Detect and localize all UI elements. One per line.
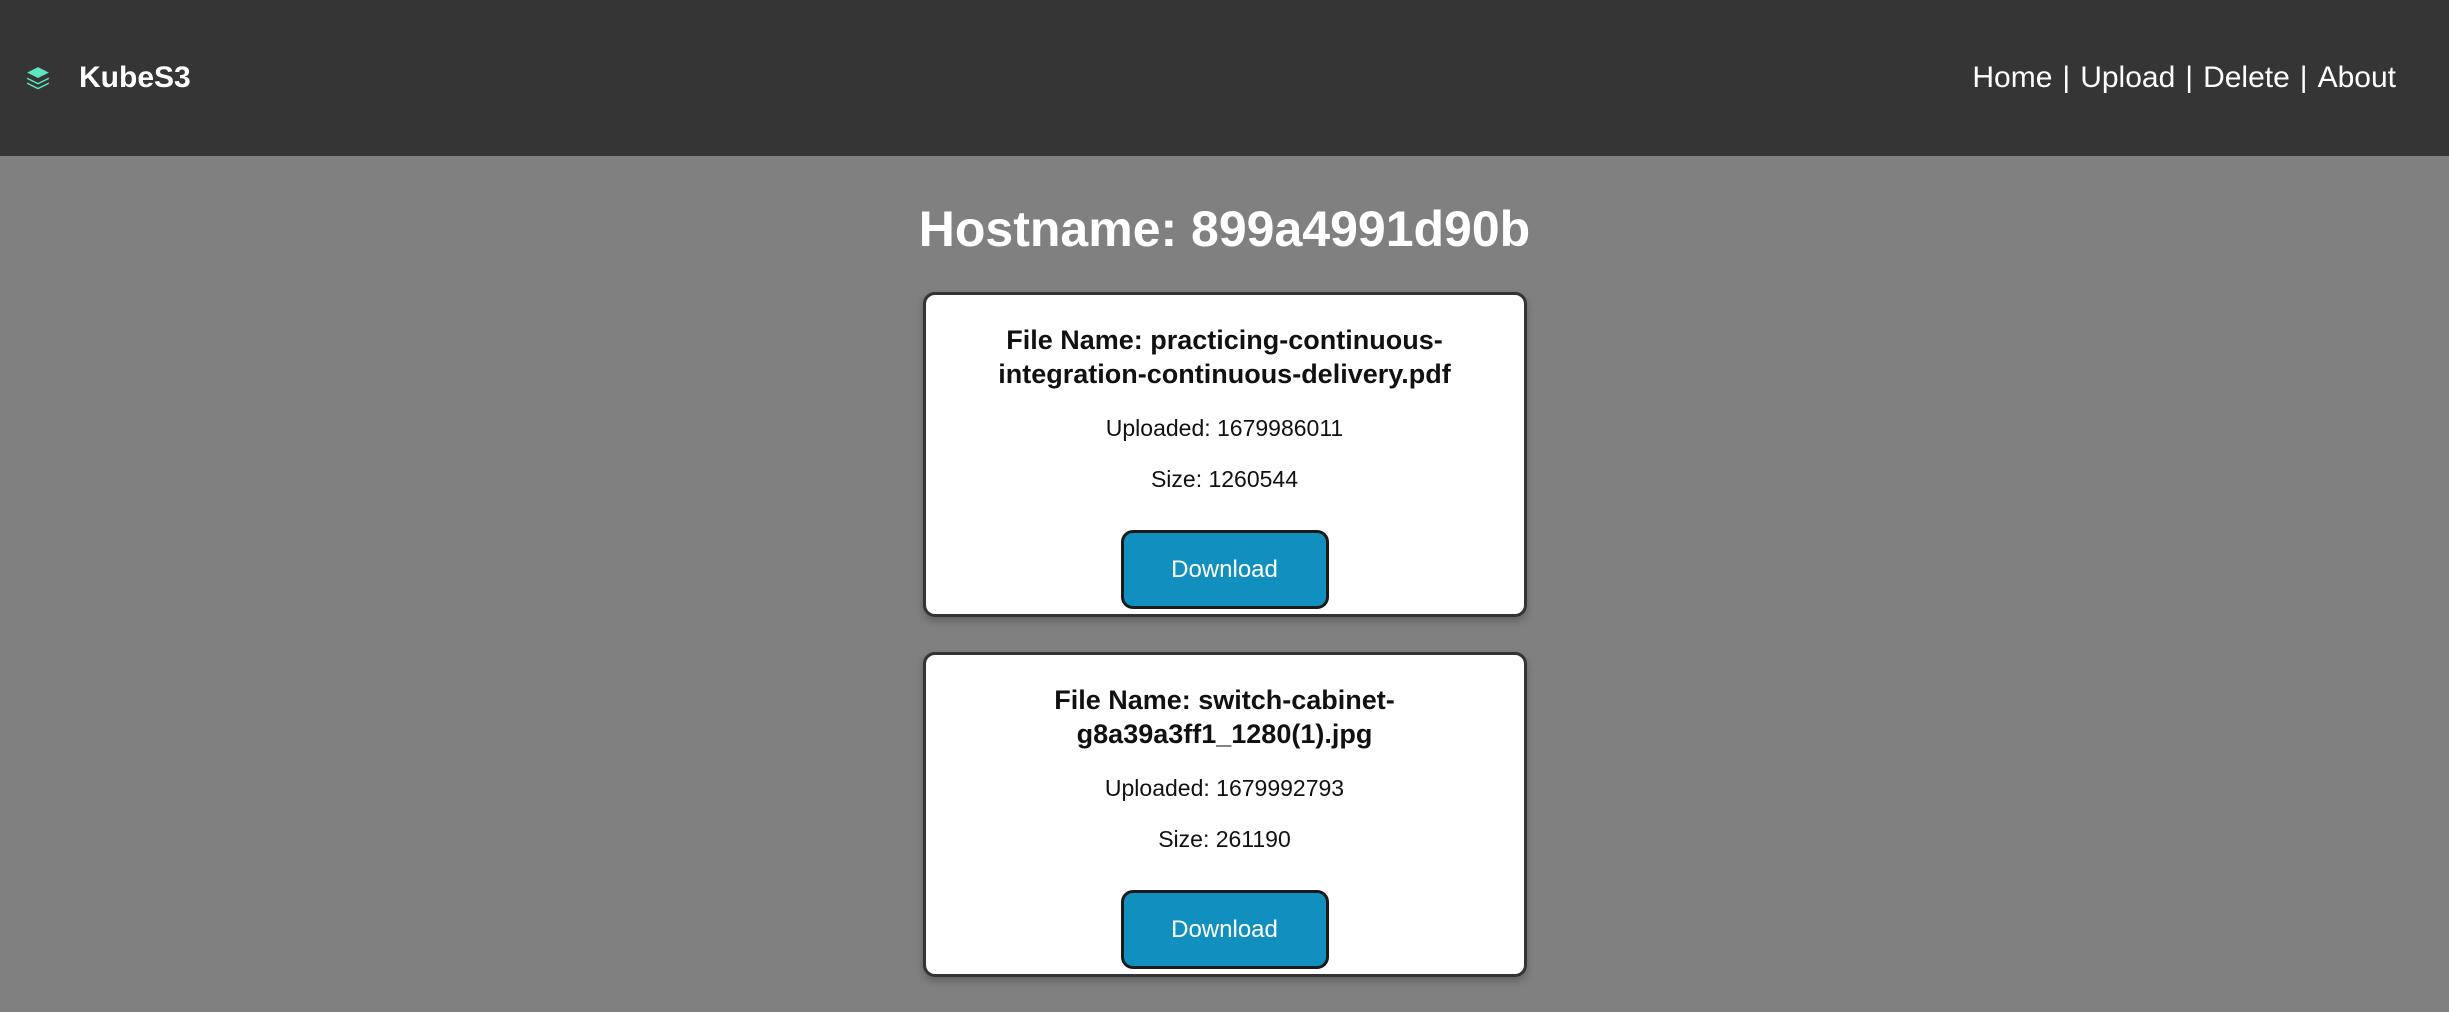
nav-home-link[interactable]: Home (1972, 61, 2052, 95)
file-uploaded: Uploaded: 1679986011 (1105, 415, 1344, 441)
file-uploaded: Uploaded: 1679992793 (1104, 775, 1345, 801)
nav-about-link[interactable]: About (2318, 61, 2396, 95)
nav-upload-link[interactable]: Upload (2080, 61, 2175, 95)
file-name: File Name: switch-cabinet-g8a39a3ff1_128… (1054, 685, 1395, 749)
file-card: File Name: switch-cabinet-g8a39a3ff1_128… (922, 652, 1527, 977)
nav-separator: | (2185, 61, 2194, 94)
nav-delete-link[interactable]: Delete (2203, 61, 2290, 95)
file-size: Size: 261190 (1158, 826, 1291, 852)
file-list: File Name: practicing-continuous-integra… (0, 292, 2449, 1012)
file-card: File Name: practicing-continuous-integra… (922, 292, 1527, 617)
navbar: KubeS3 Home | Upload | Delete | About (0, 0, 2449, 156)
nav-separator: | (2299, 61, 2308, 94)
file-size: Size: 1260544 (1150, 466, 1299, 492)
brand[interactable]: KubeS3 (25, 61, 191, 95)
nav-links: Home | Upload | Delete | About (1972, 61, 2396, 95)
brand-name: KubeS3 (79, 61, 191, 94)
download-button[interactable]: Download (1120, 530, 1329, 609)
hostname-heading: Hostname: 899a4991d90b (918, 201, 1531, 257)
layers-icon (25, 65, 51, 91)
nav-separator: | (2062, 61, 2071, 94)
download-button[interactable]: Download (1120, 890, 1329, 969)
file-name: File Name: practicing-continuous-integra… (998, 325, 1451, 389)
